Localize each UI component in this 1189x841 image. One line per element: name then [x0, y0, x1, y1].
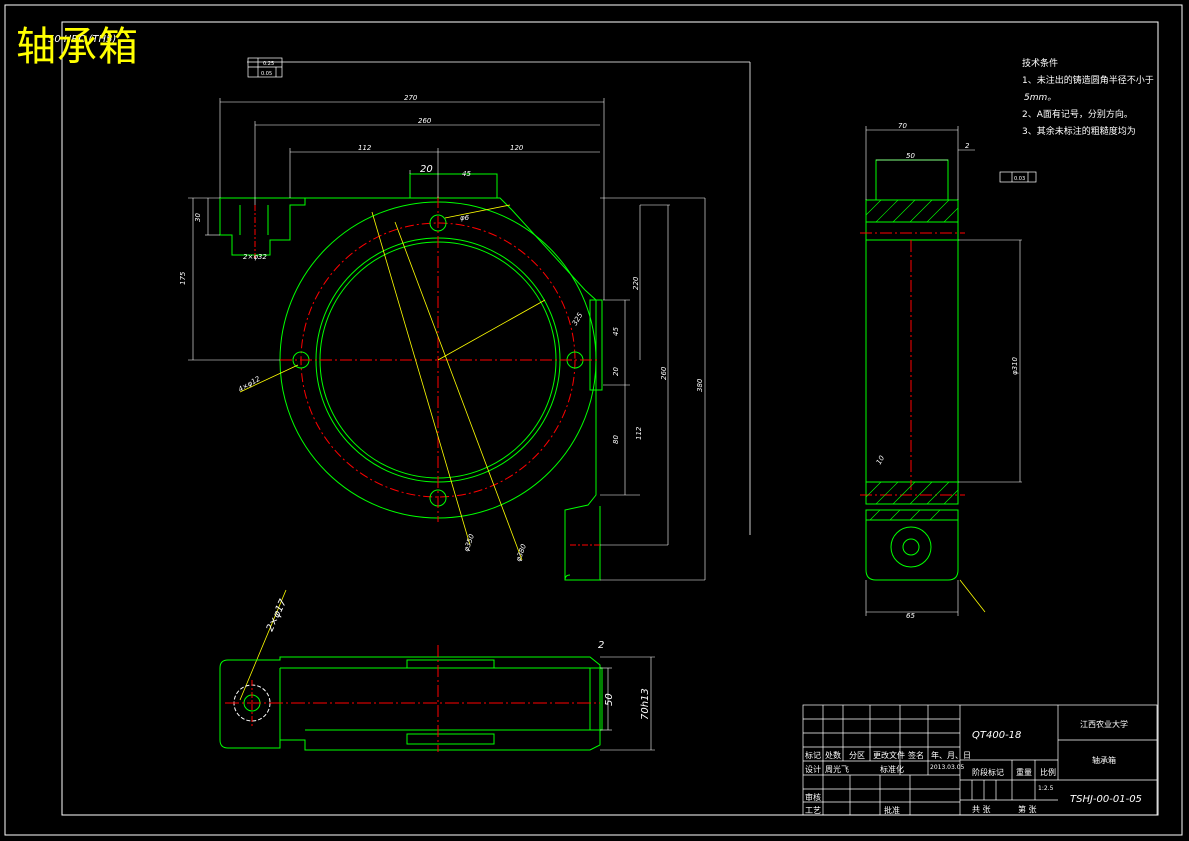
- side-dim-10: 10: [875, 454, 887, 466]
- side-view: [860, 159, 965, 581]
- label-stage-mark: 阶段标记: [972, 768, 1004, 777]
- dim-d350: φ350: [462, 533, 476, 553]
- tol-top-text: 0.25: [263, 61, 274, 67]
- bottom-holes: 2×φ17: [265, 597, 290, 633]
- dim-right-260: 260: [660, 366, 668, 380]
- label-review: 审核: [805, 793, 821, 802]
- side-dim-70: 70: [898, 122, 907, 130]
- side-tol-text: 0.03: [1014, 176, 1025, 182]
- dim-270: 270: [404, 94, 418, 102]
- label-sheets-total: 共 张: [972, 805, 991, 814]
- label-standardize: 标准化: [880, 765, 904, 774]
- label-sheet-no: 第 张: [1018, 805, 1037, 814]
- hole-left-label: 4×φ12: [237, 375, 262, 394]
- dim-right-45: 45: [612, 327, 620, 336]
- label-design: 设计: [805, 765, 821, 774]
- dim-175: 175: [179, 271, 187, 285]
- tech-heading: 技术条件: [1022, 59, 1059, 69]
- dim-r325: 325: [571, 311, 585, 327]
- outer-frame: [4, 4, 1183, 836]
- label-weight: 重量: [1016, 768, 1032, 777]
- material-text: QT400-18: [972, 730, 1022, 741]
- front-view: [219, 173, 603, 581]
- design-date: 2013.03.05: [930, 764, 965, 771]
- label-ratio: 比例: [1040, 768, 1056, 777]
- side-dim-65: 65: [906, 612, 915, 620]
- tech-line-1: 1、未注出的铸造圆角半径不小于: [1022, 76, 1154, 86]
- section-hatch: [865, 199, 959, 521]
- tolerance-frame: [247, 57, 1037, 183]
- dim-45: 45: [462, 170, 471, 178]
- dim-right-112: 112: [635, 426, 643, 440]
- hole-top-label: φ6: [460, 214, 470, 222]
- label-mark: 标记: [805, 751, 821, 760]
- scale-value: 1:2.5: [1038, 785, 1054, 792]
- label-count: 处数: [825, 751, 841, 760]
- tol-bottom-text: 0.05: [261, 71, 272, 77]
- front-dimensions: [188, 98, 706, 581]
- side-bore: φ310: [1011, 356, 1019, 375]
- label-change-doc: 更改文件: [873, 751, 905, 760]
- dim-112: 112: [358, 144, 372, 152]
- dim-120: 120: [510, 144, 524, 152]
- part-name-text: 轴承箱: [1092, 756, 1116, 765]
- side-dim-2: 2: [965, 142, 970, 150]
- bottom-dim-50: 50: [604, 693, 615, 706]
- dim-220: 220: [632, 276, 640, 290]
- bottom-view: [219, 645, 603, 752]
- dim-right-380: 380: [696, 378, 704, 392]
- designer-name: 周光飞: [825, 765, 849, 774]
- dim-260: 260: [418, 117, 432, 125]
- label-2x32: 2×φ32: [243, 253, 267, 261]
- label-ymd: 年、月、日: [931, 751, 971, 760]
- label-approve: 批准: [884, 806, 900, 815]
- tech-line-3: 2、A面有记号，分别方向。: [1022, 110, 1133, 120]
- bottom-dim-70h13: 70h13: [640, 688, 651, 720]
- dim-20: 20: [420, 164, 433, 175]
- school-text: 江西农业大学: [1080, 720, 1128, 729]
- label-zone: 分区: [849, 751, 865, 760]
- bottom-dim-2: 2: [598, 640, 604, 651]
- label-sign: 签名: [908, 751, 924, 760]
- dim-right-80: 80: [612, 435, 620, 444]
- drawing-title: 轴承箱: [16, 24, 139, 70]
- tech-line-2: 5mm。: [1024, 93, 1057, 103]
- cad-drawing: 0.25 0.05 0.03 50 HRC (TH5) 270 260 112 …: [4, 4, 1183, 836]
- tech-line-4: 3、其余未标注的粗糙度均为: [1022, 127, 1136, 137]
- dim-30: 30: [194, 213, 202, 222]
- dimension-text: 270 260 112 120 20 45 φ6 30 175 2×φ32 4×…: [179, 94, 1019, 720]
- label-process: 工艺: [805, 806, 821, 815]
- side-dim-50: 50: [906, 152, 915, 160]
- drawing-number: TSHJ-00-01-05: [1070, 794, 1142, 805]
- dim-right-20: 20: [612, 367, 620, 376]
- tech-requirements: 技术条件 1、未注出的铸造圆角半径不小于 5mm。 2、A面有记号，分别方向。 …: [1022, 56, 1154, 141]
